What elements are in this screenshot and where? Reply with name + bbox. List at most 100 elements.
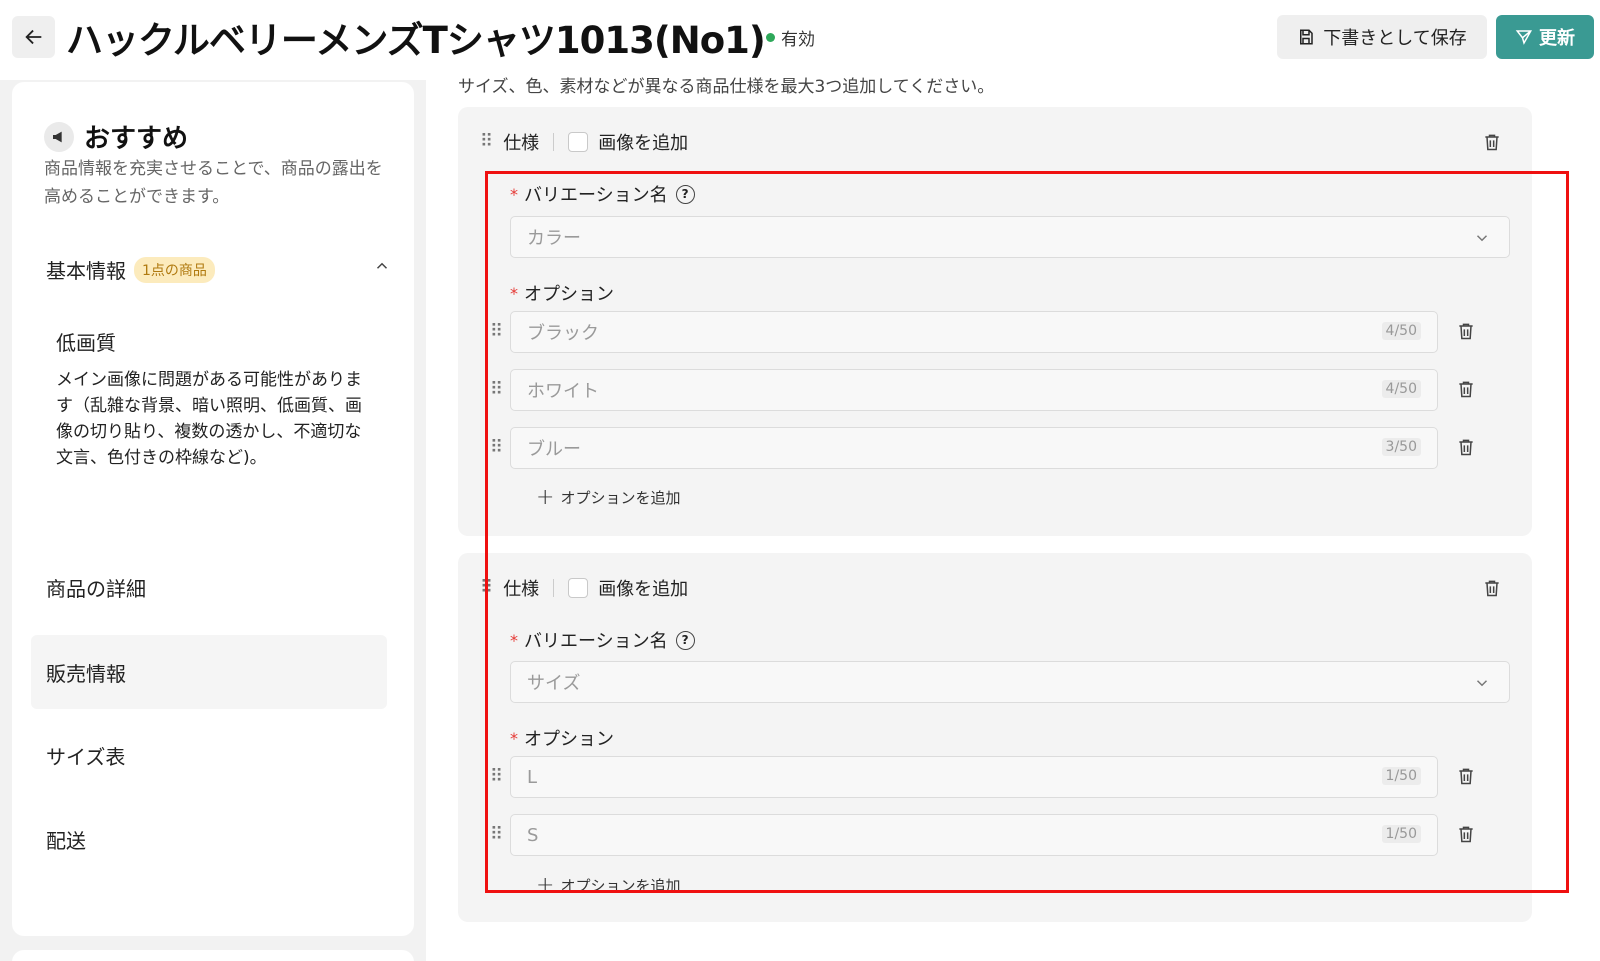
option-value: L — [527, 766, 538, 788]
drag-handle-icon[interactable]: ⠿ — [490, 824, 503, 845]
options-label: * オプション — [510, 725, 614, 751]
chevron-down-icon — [1476, 680, 1488, 687]
spec-card-2: ⠿ 仕様 画像を追加 * バリエーション名 ? サイズ * オプション ⠿ L … — [458, 553, 1532, 922]
add-image-checkbox[interactable] — [568, 132, 589, 152]
chevron-down-icon — [1476, 235, 1488, 242]
add-option-button[interactable]: + オプションを追加 — [536, 485, 680, 510]
drag-handle-icon[interactable]: ⠿ — [490, 321, 503, 342]
char-counter: 4/50 — [1381, 380, 1421, 398]
main-panel: サイズ、色、素材などが異なる商品仕様を最大3つ追加してください。 ⠿ 仕様 画像… — [426, 77, 1600, 961]
back-button[interactable] — [12, 16, 55, 58]
status-dot-icon — [766, 33, 775, 42]
chevron-up-icon[interactable] — [373, 257, 391, 275]
option-input[interactable]: ブラック 4/50 — [510, 311, 1438, 353]
sidebar-lower-panel — [12, 950, 414, 961]
add-image-label: 画像を追加 — [598, 579, 689, 600]
variation-name-select[interactable]: カラー — [510, 216, 1510, 258]
option-input[interactable]: L 1/50 — [510, 756, 1438, 798]
variation-name-value: サイズ — [527, 673, 581, 694]
add-image-checkbox[interactable] — [568, 578, 589, 598]
char-counter: 3/50 — [1381, 438, 1421, 456]
option-row: ⠿ ブルー 3/50 — [486, 427, 1526, 469]
drag-handle-icon[interactable]: ⠿ — [480, 133, 493, 151]
option-input[interactable]: ブルー 3/50 — [510, 427, 1438, 469]
send-icon — [1515, 30, 1533, 45]
option-row: ⠿ S 1/50 — [486, 814, 1526, 856]
variation-name-select[interactable]: サイズ — [510, 661, 1510, 703]
trash-icon[interactable] — [1456, 766, 1476, 786]
spec-header: ⠿ 仕様 画像を追加 — [480, 575, 688, 601]
sidebar-item-shipping[interactable]: 配送 — [31, 802, 387, 876]
spec-label: 仕様 — [503, 133, 540, 154]
option-value: S — [527, 824, 539, 846]
help-icon[interactable]: ? — [675, 630, 695, 650]
required-asterisk: * — [510, 630, 518, 650]
options-text: オプション — [524, 729, 614, 750]
add-option-label: オプションを追加 — [560, 877, 681, 895]
issue-title: 低画質 — [56, 331, 116, 355]
option-value: ブラック — [527, 323, 599, 344]
char-counter: 1/50 — [1381, 767, 1421, 785]
recommend-title: おすすめ — [84, 124, 189, 154]
variation-name-text: バリエーション名 — [524, 631, 668, 652]
status-label: 有効 — [781, 30, 815, 50]
required-asterisk: * — [510, 728, 518, 748]
drag-handle-icon[interactable]: ⠿ — [490, 379, 503, 400]
drag-handle-icon[interactable]: ⠿ — [490, 437, 503, 458]
plus-icon: + — [536, 873, 555, 898]
required-asterisk: * — [510, 184, 518, 204]
option-row: ⠿ ホワイト 4/50 — [486, 369, 1526, 411]
sidebar-item-size-chart[interactable]: サイズ表 — [31, 718, 387, 792]
char-counter: 1/50 — [1381, 825, 1421, 843]
trash-icon[interactable] — [1482, 578, 1502, 598]
top-bar: ハックルベリーメンズTシャツ1013(No1) 有効 下書きとして保存 更新 — [0, 0, 1600, 80]
variation-hint: サイズ、色、素材などが異なる商品仕様を最大3つ追加してください。 — [458, 77, 995, 97]
trash-icon[interactable] — [1456, 321, 1476, 341]
product-count-badge: 1点の商品 — [134, 256, 215, 283]
variation-name-label: * バリエーション名 ? — [510, 181, 695, 207]
megaphone-icon — [44, 121, 74, 152]
status-badge: 有効 — [766, 25, 815, 50]
plus-icon: + — [536, 485, 555, 510]
char-counter: 4/50 — [1381, 322, 1421, 340]
sidebar-item-sales-info[interactable]: 販売情報 — [31, 635, 387, 709]
option-input[interactable]: ホワイト 4/50 — [510, 369, 1438, 411]
add-option-label: オプションを追加 — [560, 489, 681, 507]
option-row: ⠿ ブラック 4/50 — [486, 311, 1526, 353]
basic-info-label: 基本情報 — [46, 259, 126, 283]
drag-handle-icon[interactable]: ⠿ — [490, 766, 503, 787]
drag-handle-icon[interactable]: ⠿ — [480, 579, 493, 597]
variation-name-text: バリエーション名 — [524, 185, 668, 206]
issue-text: メイン画像に問題がある可能性があります（乱雑な背景、暗い照明、低画質、画像の切り… — [56, 370, 362, 468]
option-row: ⠿ L 1/50 — [486, 756, 1526, 798]
trash-icon[interactable] — [1456, 437, 1476, 457]
trash-icon[interactable] — [1456, 379, 1476, 399]
required-asterisk: * — [510, 283, 518, 303]
variation-name-label: * バリエーション名 ? — [510, 627, 695, 653]
variation-name-value: カラー — [527, 228, 581, 249]
option-input[interactable]: S 1/50 — [510, 814, 1438, 856]
page-title: ハックルベリーメンズTシャツ1013(No1) — [66, 19, 766, 62]
save-icon — [1300, 29, 1314, 45]
add-option-button[interactable]: + オプションを追加 — [536, 873, 680, 898]
spec-label: 仕様 — [503, 579, 540, 600]
update-label: 更新 — [1539, 28, 1575, 49]
options-label: * オプション — [510, 280, 614, 306]
update-button[interactable]: 更新 — [1496, 15, 1594, 59]
divider — [553, 133, 555, 151]
trash-icon[interactable] — [1482, 132, 1502, 152]
basic-info-section[interactable]: 基本情報 1点の商品 — [46, 255, 391, 284]
help-icon[interactable]: ? — [675, 184, 695, 204]
option-value: ホワイト — [527, 381, 599, 402]
sidebar: おすすめ 商品情報を充実させることで、商品の露出を高めることができます。 基本情… — [12, 82, 414, 936]
spec-header: ⠿ 仕様 画像を追加 — [480, 129, 688, 155]
add-image-label: 画像を追加 — [598, 133, 689, 154]
save-draft-button[interactable]: 下書きとして保存 — [1277, 15, 1487, 59]
spec-card-1: ⠿ 仕様 画像を追加 * バリエーション名 ? カラー * オプション ⠿ ブラ… — [458, 107, 1532, 536]
sidebar-item-product-details[interactable]: 商品の詳細 — [31, 550, 387, 624]
recommend-text: 商品情報を充実させることで、商品の露出を高めることができます。 — [44, 159, 383, 207]
trash-icon[interactable] — [1456, 824, 1476, 844]
arrow-left-icon — [24, 29, 41, 45]
recommend-heading: おすすめ — [44, 118, 188, 155]
options-text: オプション — [524, 284, 614, 305]
